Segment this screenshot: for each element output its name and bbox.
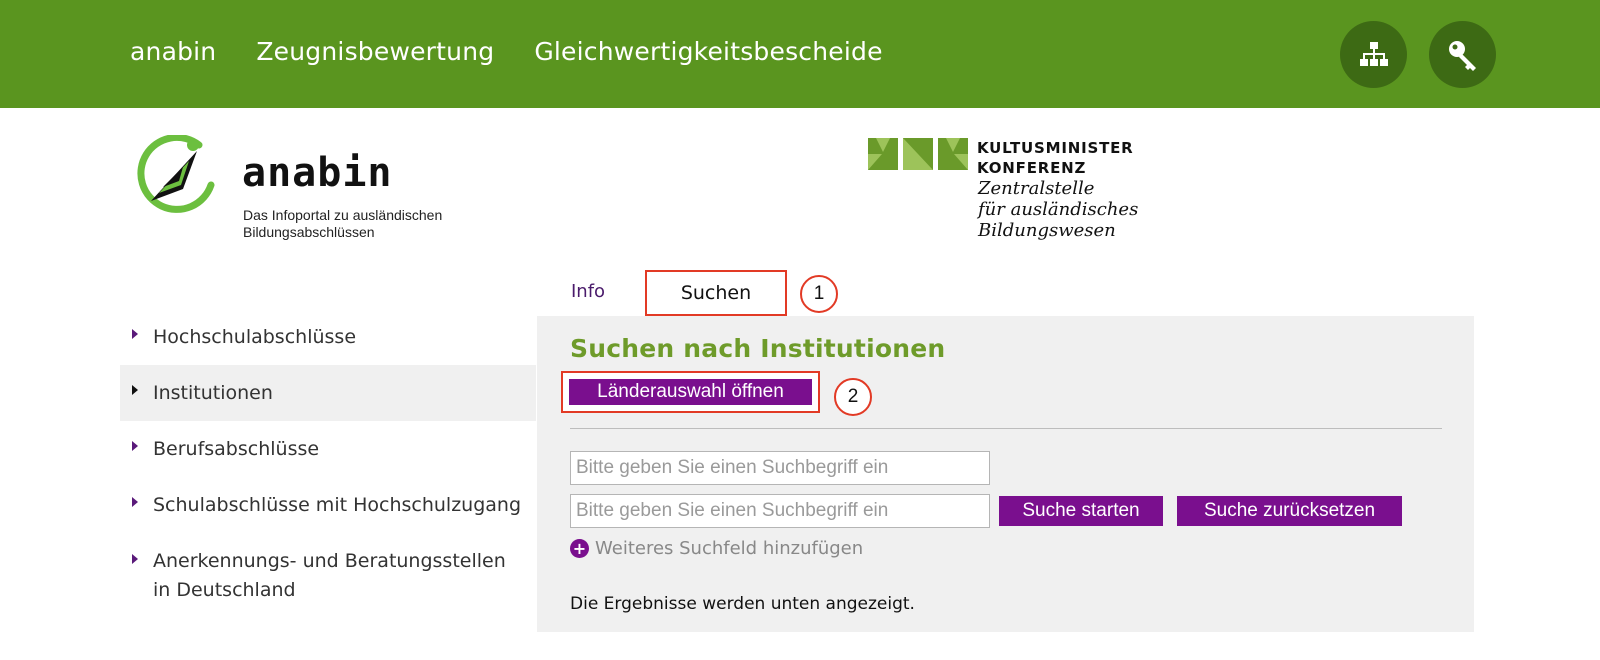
search-panel: Suchen nach Institutionen Länderauswahl …	[537, 316, 1474, 632]
laender-highlight: Länderauswahl öffnen	[561, 371, 820, 413]
tagline-line-1: Das Infoportal zu ausländischen	[243, 207, 443, 223]
sidebar: Hochschulabschlüsse Institutionen Berufs…	[120, 316, 536, 605]
anabin-tagline: Das Infoportal zu ausländischen Bildungs…	[243, 207, 442, 241]
annotation-badge-1: 1	[800, 275, 838, 313]
sidebar-item-schulabschluesse[interactable]: Schulabschlüsse mit Hochschulzugang	[120, 477, 536, 533]
tagline-line-2: Bildungsabschlüssen	[243, 224, 375, 240]
chevron-right-icon	[132, 329, 138, 339]
sitemap-icon	[1359, 41, 1388, 66]
search-start-button[interactable]: Suche starten	[999, 496, 1163, 526]
sidebar-item-label: Hochschulabschlüsse	[153, 326, 357, 348]
sidebar-item-anerkennungsstellen[interactable]: Anerkennungs- und Beratungsstellen in De…	[120, 533, 536, 605]
sidebar-item-institutionen[interactable]: Institutionen	[120, 365, 536, 421]
anabin-wordmark: anabin	[242, 150, 393, 196]
login-button[interactable]	[1429, 21, 1496, 88]
annotation-badge-2: 2	[834, 378, 872, 416]
key-icon	[1448, 40, 1476, 71]
add-search-field-link[interactable]: + Weiteres Suchfeld hinzufügen	[570, 538, 863, 559]
kmk-sub-line-2: für ausländisches	[978, 199, 1139, 220]
kmk-title: KULTUSMINISTER KONFERENZ	[977, 138, 1134, 178]
laenderauswahl-button[interactable]: Länderauswahl öffnen	[569, 379, 812, 405]
kmk-sub-line-1: Zentralstelle	[978, 178, 1095, 199]
page-title: Suchen nach Institutionen	[570, 334, 946, 363]
chevron-right-icon	[132, 441, 138, 451]
kmk-subtitle: Zentralstelle für ausländisches Bildungs…	[978, 178, 1138, 241]
sidebar-item-hochschulabschluesse[interactable]: Hochschulabschlüsse	[120, 316, 536, 357]
top-nav: anabin Zeugnisbewertung Gleichwertigkeit…	[130, 37, 883, 66]
nav-gleichwertigkeitsbescheide[interactable]: Gleichwertigkeitsbescheide	[534, 37, 882, 66]
kmk-title-line-2: KONFERENZ	[977, 159, 1087, 177]
compass-icon	[137, 135, 215, 213]
sidebar-item-berufsabschluesse[interactable]: Berufsabschlüsse	[120, 421, 536, 477]
sitemap-button[interactable]	[1340, 21, 1407, 88]
search-input-1[interactable]	[570, 451, 990, 485]
sidebar-item-label-line-2: in Deutschland	[153, 579, 296, 601]
sidebar-item-label-line-1: Anerkennungs- und Beratungsstellen	[153, 550, 506, 572]
kmk-logo[interactable]: KULTUSMINISTER KONFERENZ Zentralstelle f…	[868, 138, 1188, 248]
chevron-right-icon	[132, 497, 138, 507]
tab-suchen-label: Suchen	[680, 282, 752, 304]
kmk-mark-icon	[868, 138, 968, 170]
add-search-field-label: Weiteres Suchfeld hinzufügen	[595, 538, 864, 559]
sidebar-item-label: Schulabschlüsse mit Hochschulzugang	[153, 494, 522, 516]
search-input-2[interactable]	[570, 494, 990, 528]
sidebar-item-label: Berufsabschlüsse	[153, 438, 320, 460]
chevron-right-icon	[132, 385, 138, 395]
chevron-right-icon	[132, 554, 138, 564]
kmk-sub-line-3: Bildungswesen	[978, 220, 1116, 241]
plus-circle-icon: +	[570, 539, 589, 558]
tab-info[interactable]: Info	[571, 281, 605, 302]
tab-suchen[interactable]: Suchen	[645, 270, 787, 316]
nav-zeugnisbewertung[interactable]: Zeugnisbewertung	[256, 37, 494, 66]
results-note: Die Ergebnisse werden unten angezeigt.	[570, 594, 915, 614]
anabin-logo[interactable]: anabin Das Infoportal zu ausländischen B…	[137, 135, 497, 245]
kmk-title-line-1: KULTUSMINISTER	[977, 139, 1134, 157]
top-bar: anabin Zeugnisbewertung Gleichwertigkeit…	[0, 0, 1600, 108]
divider	[570, 428, 1442, 429]
search-reset-button[interactable]: Suche zurücksetzen	[1177, 496, 1402, 526]
sidebar-item-label: Institutionen	[153, 382, 273, 404]
nav-anabin[interactable]: anabin	[130, 37, 216, 66]
